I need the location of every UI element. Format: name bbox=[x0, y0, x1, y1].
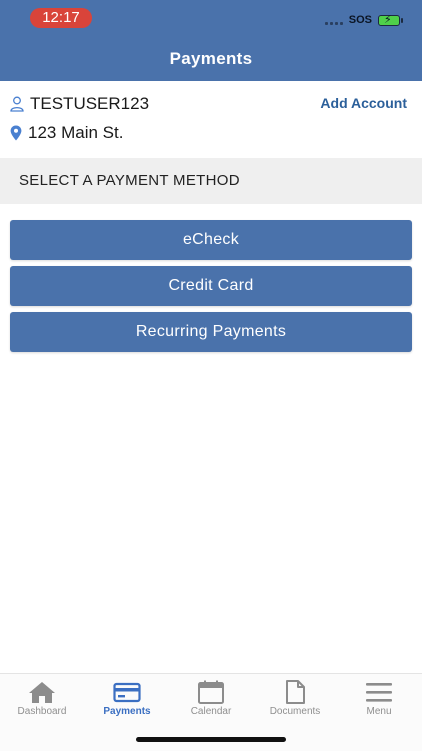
tab-label: Payments bbox=[103, 706, 151, 717]
tab-dashboard[interactable]: Dashboard bbox=[7, 680, 77, 717]
echeck-button[interactable]: eCheck bbox=[10, 220, 412, 260]
tab-payments[interactable]: Payments bbox=[92, 680, 162, 717]
status-indicators: SOS ⚡ bbox=[324, 13, 403, 27]
app-header: 12:17 SOS ⚡ Payments bbox=[0, 0, 422, 81]
tab-label: Calendar bbox=[190, 706, 232, 717]
battery-icon: ⚡ bbox=[378, 14, 403, 26]
location-pin-icon bbox=[10, 125, 22, 141]
section-title: SELECT A PAYMENT METHOD bbox=[19, 172, 240, 189]
status-time: 12:17 bbox=[30, 8, 92, 28]
add-account-link[interactable]: Add Account bbox=[320, 95, 407, 111]
home-icon bbox=[29, 682, 55, 703]
carrier-label: SOS bbox=[348, 14, 372, 26]
account-row: TESTUSER123 Add Account bbox=[10, 93, 407, 115]
tab-label: Dashboard bbox=[17, 706, 67, 717]
tab-label: Documents bbox=[269, 706, 321, 717]
page-title: Payments bbox=[169, 49, 253, 68]
tab-menu[interactable]: Menu bbox=[344, 680, 414, 717]
menu-icon bbox=[366, 683, 392, 702]
home-indicator bbox=[136, 737, 286, 742]
credit-card-button[interactable]: Credit Card bbox=[10, 266, 412, 306]
recurring-payments-button[interactable]: Recurring Payments bbox=[10, 312, 412, 352]
signal-icon bbox=[324, 15, 343, 25]
account-username: TESTUSER123 bbox=[30, 94, 150, 113]
section-header: SELECT A PAYMENT METHOD bbox=[0, 158, 422, 204]
document-icon bbox=[286, 680, 305, 704]
account-address: 123 Main St. bbox=[28, 123, 124, 142]
credit-card-icon bbox=[113, 682, 141, 703]
address-row: 123 Main St. bbox=[10, 122, 123, 144]
tab-label: Menu bbox=[366, 706, 392, 717]
calendar-icon bbox=[198, 680, 224, 704]
tab-documents[interactable]: Documents bbox=[260, 680, 330, 717]
tab-calendar[interactable]: Calendar bbox=[176, 680, 246, 717]
user-icon bbox=[10, 96, 24, 112]
